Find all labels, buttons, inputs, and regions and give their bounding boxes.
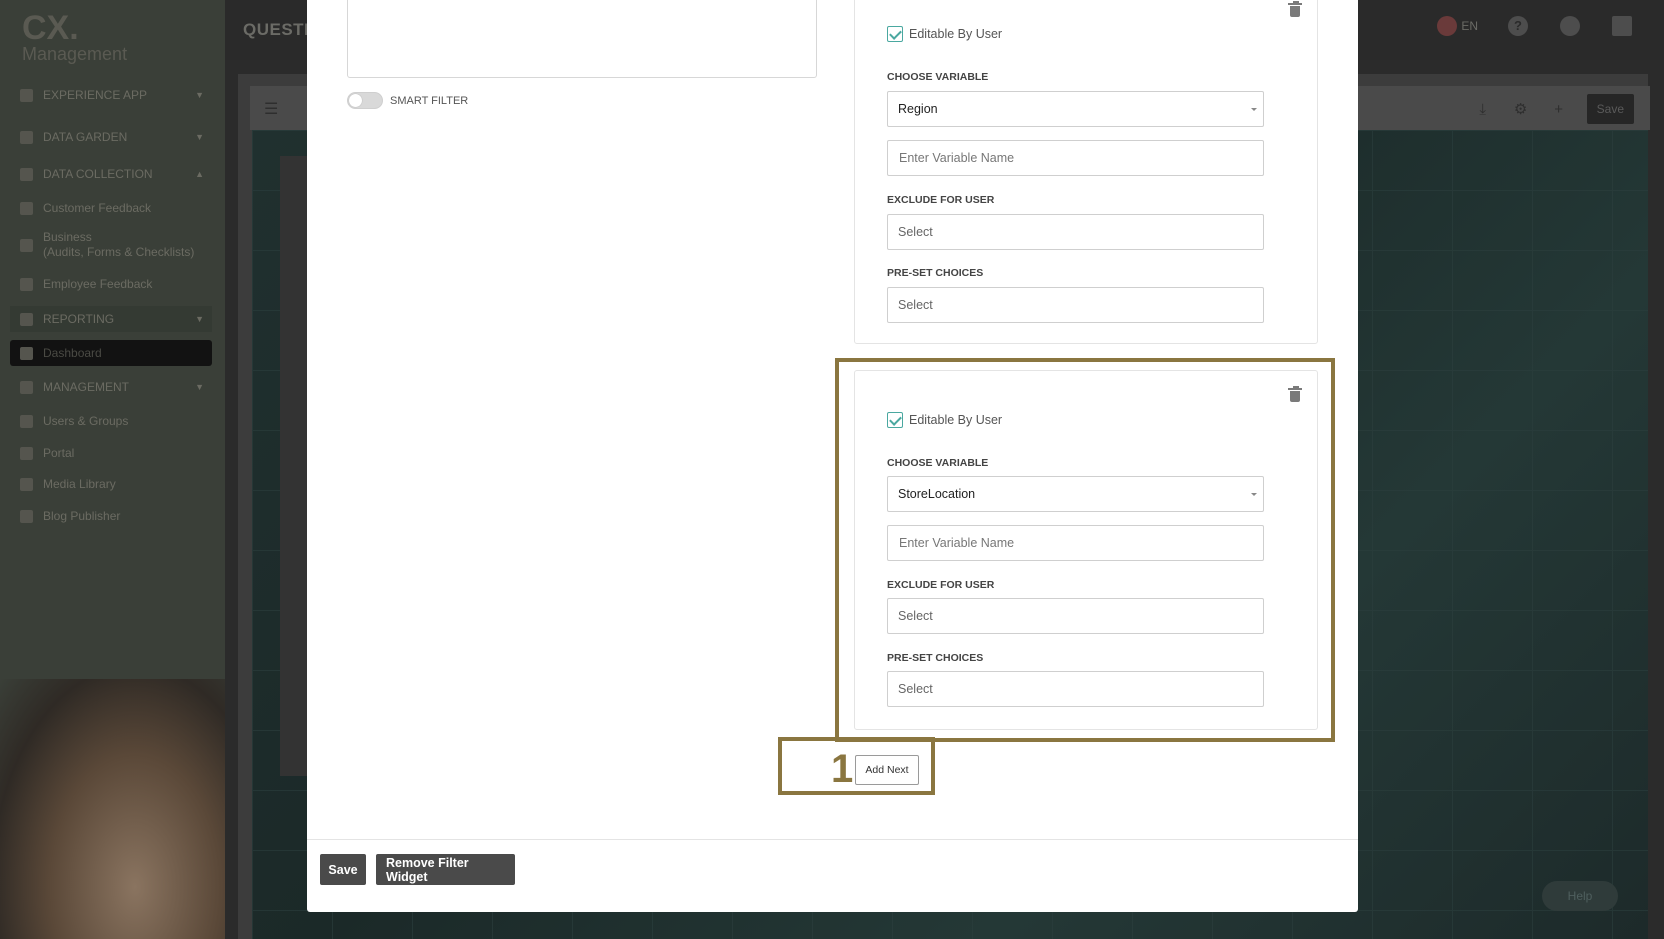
smart-filter-toggle[interactable]: [347, 92, 383, 109]
users-icon: [20, 414, 33, 428]
save-button[interactable]: Save: [320, 854, 366, 885]
chevron-down-icon: ▼: [195, 90, 204, 100]
dashboard-icon: [20, 346, 33, 360]
top-bar-actions: EN ?: [1437, 16, 1664, 36]
sidebar-item-business[interactable]: Business (Audits, Forms & Checklists): [10, 226, 212, 264]
person-icon: [20, 380, 33, 394]
download-icon[interactable]: ⤓: [1473, 101, 1493, 118]
list-menu-icon[interactable]: [1612, 16, 1632, 36]
pen-icon: [20, 509, 33, 523]
sidebar-item-experience-app[interactable]: EXPERIENCE APP ▼: [10, 82, 212, 108]
highlight-box-filter-card: [835, 358, 1335, 742]
smart-filter-toggle-row: SMART FILTER: [347, 92, 468, 109]
smart-filter-label: SMART FILTER: [390, 94, 469, 107]
choose-variable-label: CHOOSE VARIABLE: [887, 71, 989, 83]
add-next-button[interactable]: Add Next: [855, 755, 919, 785]
language-selector[interactable]: EN: [1461, 19, 1478, 33]
sidebar-item-dashboard[interactable]: Dashboard: [10, 340, 212, 366]
preset-choices-select[interactable]: Select: [887, 287, 1264, 323]
trash-icon[interactable]: [1288, 1, 1302, 17]
exclude-for-user-select[interactable]: Select: [887, 214, 1264, 250]
sidebar-item-portal[interactable]: Portal: [10, 440, 212, 466]
user-icon: [20, 277, 33, 291]
editable-by-user-label: Editable By User: [909, 27, 1003, 41]
toolbar-tools: ⤓ ⚙ + Save: [1473, 94, 1634, 124]
chart-icon: [20, 312, 33, 326]
flask-icon: [20, 130, 33, 144]
monitor-icon: [20, 446, 33, 460]
sidebar-item-management[interactable]: MANAGEMENT ▼: [10, 374, 212, 400]
sidebar-item-employee-feedback[interactable]: Employee Feedback: [10, 271, 212, 297]
sidebar-item-users-groups[interactable]: Users & Groups: [10, 408, 212, 434]
sidebar-background-photo: [0, 679, 225, 939]
editable-by-user-row: Editable By User: [887, 26, 1002, 42]
briefcase-icon: [20, 238, 33, 252]
help-icon[interactable]: ?: [1508, 16, 1528, 36]
filter-card-1: Editable By User CHOOSE VARIABLE Region …: [854, 0, 1318, 344]
app-logo: CX.: [22, 9, 79, 47]
step-number-badge: 1: [831, 747, 854, 791]
sidebar-item-data-garden[interactable]: DATA GARDEN ▼: [10, 124, 212, 150]
editable-by-user-checkbox[interactable]: [887, 26, 903, 42]
sidebar-item-customer-feedback[interactable]: Customer Feedback: [10, 195, 212, 221]
sidebar-item-media-library[interactable]: Media Library: [10, 471, 212, 497]
uk-flag-icon[interactable]: [1437, 16, 1458, 36]
sidebar-item-reporting[interactable]: REPORTING ▼: [10, 306, 212, 332]
modal-footer-divider: [307, 839, 1358, 840]
choose-variable-select[interactable]: Region: [887, 91, 1264, 127]
phone-icon: [20, 88, 33, 102]
chevron-down-icon: ▼: [195, 382, 204, 392]
app-logo-subtitle: Management: [22, 44, 128, 64]
chat-icon: [20, 201, 33, 215]
sidebar-item-blog-publisher[interactable]: Blog Publisher: [10, 503, 212, 529]
bell-icon[interactable]: [1560, 16, 1580, 36]
sidebar-item-data-collection[interactable]: DATA COLLECTION ▲: [10, 161, 212, 187]
help-button[interactable]: Help: [1542, 881, 1618, 911]
variable-name-input[interactable]: Enter Variable Name: [887, 140, 1264, 176]
image-icon: [20, 477, 33, 491]
chevron-up-icon: ▲: [195, 169, 204, 179]
plus-icon[interactable]: +: [1549, 101, 1569, 118]
description-textarea[interactable]: [347, 0, 817, 78]
dashboard-save-button[interactable]: Save: [1586, 94, 1634, 124]
sidebar: CX. Management EXPERIENCE APP ▼ DATA GAR…: [0, 0, 225, 939]
chevron-down-icon: ▼: [195, 132, 204, 142]
collection-icon: [20, 167, 33, 181]
exclude-for-user-label: EXCLUDE FOR USER: [887, 194, 995, 206]
chevron-down-icon: ▼: [195, 314, 204, 324]
gear-icon[interactable]: ⚙: [1511, 100, 1531, 118]
hamburger-icon[interactable]: ☰: [264, 99, 278, 119]
remove-filter-widget-button[interactable]: Remove Filter Widget: [376, 854, 515, 885]
filter-widget-modal: SMART FILTER Editable By User CHOOSE VAR…: [307, 0, 1358, 912]
caret-down-icon: [1251, 108, 1257, 111]
preset-choices-label: PRE-SET CHOICES: [887, 267, 984, 279]
